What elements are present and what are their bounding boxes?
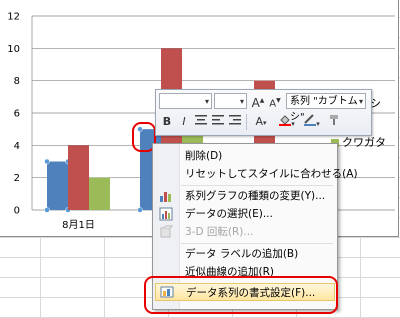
y-tick-label: 6 (14, 109, 20, 120)
legend-label: クワガタ (342, 136, 386, 149)
y-tick-label: 0 (14, 206, 20, 217)
y-tick-label: 12 (7, 12, 20, 23)
font-grow-button[interactable]: A▲ (250, 93, 266, 110)
italic-button[interactable]: I (176, 114, 192, 130)
data-select-icon (159, 207, 173, 221)
x-tick-label: 8月1日 (62, 219, 95, 231)
font-name-combo[interactable]: ▾ (159, 93, 212, 109)
menu-item-change-chart-type[interactable]: 系列グラフの種類の変更(Y)... (153, 187, 337, 205)
legend-item-series-3[interactable]: クワガタ (331, 134, 386, 150)
bar[interactable] (47, 161, 68, 211)
selection-handle (44, 158, 50, 165)
selection-handle (137, 207, 143, 213)
menu-separator (181, 185, 333, 186)
mini-toolbar: ▾ ▾ A▲ A▼ 系列 "カブトムシ" ▾ B I A▾ ▾ ▾ (155, 89, 372, 136)
y-tick-label: 4 (14, 141, 20, 152)
menu-item-reset-style[interactable]: リセットしてスタイルに合わせる(A) (153, 165, 358, 183)
menu-item-delete[interactable]: 削除(D) (153, 147, 337, 165)
y-tick-label: 10 (7, 44, 20, 55)
chevron-down-icon: ▾ (239, 97, 244, 106)
chevron-down-icon: ▾ (358, 97, 363, 106)
menu-item-select-data[interactable]: データの選択(E)... (153, 205, 337, 223)
bar[interactable] (89, 177, 110, 210)
toolbar-separator (246, 114, 247, 130)
font-color-icon[interactable]: A▾ (250, 114, 272, 130)
font-size-combo[interactable]: ▾ (214, 93, 247, 109)
y-tick-label: 8 (14, 76, 20, 87)
selection-handle (44, 207, 50, 213)
chevron-down-icon: ▾ (204, 97, 209, 106)
line-color-icon[interactable]: ▾ (301, 114, 323, 130)
y-tick-label: 2 (14, 173, 20, 184)
menu-item-3d-rotation[interactable]: 3-D 回転(R)... (153, 223, 337, 241)
align-center-icon[interactable] (193, 114, 209, 130)
menu-item-add-data-labels[interactable]: データ ラベルの追加(B) (153, 245, 337, 263)
bold-button[interactable]: B (159, 114, 175, 130)
format-painter-icon[interactable] (326, 114, 342, 130)
chart-type-icon (159, 189, 173, 203)
bar[interactable] (68, 145, 89, 210)
align-left-icon[interactable] (210, 114, 226, 130)
menu-separator (181, 243, 333, 244)
menu-highlight-ring (144, 276, 338, 314)
align-right-icon[interactable] (227, 114, 243, 130)
rotate-3d-icon (159, 225, 174, 239)
chart-element-selector[interactable]: 系列 "カブトムシ" ▾ (286, 93, 366, 123)
font-shrink-button[interactable]: A▼ (267, 93, 283, 109)
fill-color-icon[interactable]: ▾ (276, 114, 298, 130)
